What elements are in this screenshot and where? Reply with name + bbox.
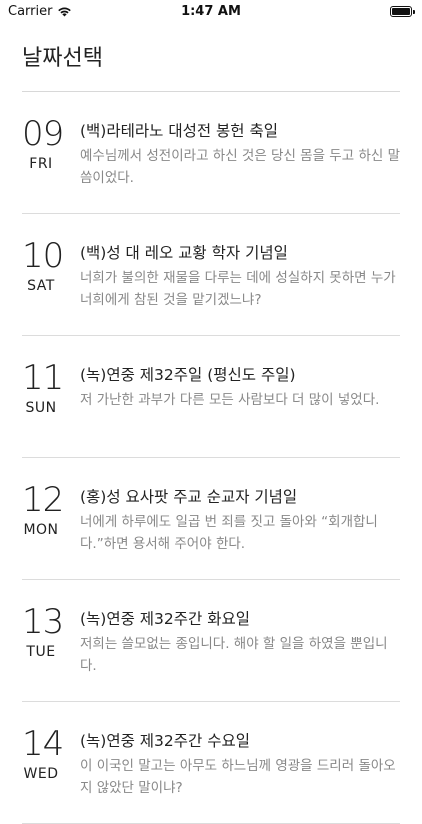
feast-title: (백)라테라노 대성전 봉헌 축일: [80, 122, 278, 140]
date-list-item-09[interactable]: 09 FRI (백)라테라노 대성전 봉헌 축일 예수님께서 성전이라고 하신 …: [22, 92, 400, 214]
feast-info: (백)성 대 레오 교황 학자 기념일 너희가 불의한 재물을 다루는 데에 성…: [80, 242, 400, 311]
date-block: 11 SUN: [22, 358, 64, 416]
page-title: 날짜선택: [22, 46, 103, 71]
date-list-item-13[interactable]: 13 TUE (녹)연중 제32주간 화요일 저희는 쓸모없는 종입니다. 해야…: [22, 580, 400, 702]
feast-info: (녹)연중 제32주일 (평신도 주일) 저 가난한 과부가 다른 모든 사람보…: [80, 364, 400, 411]
date-block: 12 MON: [22, 480, 64, 538]
gospel-verse: 저 가난한 과부가 다른 모든 사람보다 더 많이 넣었다.: [80, 392, 380, 408]
feast-info: (백)라테라노 대성전 봉헌 축일 예수님께서 성전이라고 하신 것은 당신 몸…: [80, 120, 400, 189]
day-number: 12: [22, 480, 64, 520]
day-number: 09: [22, 114, 64, 154]
feast-info: (녹)연중 제32주간 화요일 저희는 쓸모없는 종입니다. 해야 할 일을 하…: [80, 608, 400, 677]
date-list-item-14[interactable]: 14 WED (녹)연중 제32주간 수요일 이 이국인 말고는 아무도 하느님…: [22, 702, 400, 824]
feast-title: (홍)성 요사팟 주교 순교자 기념일: [80, 488, 298, 506]
gospel-verse: 저희는 쓸모없는 종입니다. 해야 할 일을 하였을 뿐입니다.: [80, 636, 388, 674]
feast-info: (홍)성 요사팟 주교 순교자 기념일 너에게 하루에도 일곱 번 죄를 짓고 …: [80, 486, 400, 555]
gospel-verse: 너희가 불의한 재물을 다루는 데에 성실하지 못하면 누가 너희에게 참된 것…: [80, 270, 396, 308]
date-block: 09 FRI: [22, 114, 64, 172]
day-of-week: SAT: [27, 278, 55, 294]
day-number: 10: [22, 236, 64, 276]
date-block: 14 WED: [22, 724, 64, 782]
day-of-week: MON: [23, 522, 59, 538]
gospel-verse: 예수님께서 성전이라고 하신 것은 당신 몸을 두고 하신 말씀이었다.: [80, 148, 400, 186]
date-list[interactable]: 09 FRI (백)라테라노 대성전 봉헌 축일 예수님께서 성전이라고 하신 …: [0, 91, 422, 824]
date-list-item-10[interactable]: 10 SAT (백)성 대 레오 교황 학자 기념일 너희가 불의한 재물을 다…: [22, 214, 400, 336]
feast-title: (녹)연중 제32주간 화요일: [80, 610, 251, 628]
date-list-item-12[interactable]: 12 MON (홍)성 요사팟 주교 순교자 기념일 너에게 하루에도 일곱 번…: [22, 458, 400, 580]
date-list-item-11[interactable]: 11 SUN (녹)연중 제32주일 (평신도 주일) 저 가난한 과부가 다른…: [22, 336, 400, 458]
feast-title: (녹)연중 제32주일 (평신도 주일): [80, 366, 296, 384]
day-number: 13: [22, 602, 64, 642]
feast-info: (녹)연중 제32주간 수요일 이 이국인 말고는 아무도 하느님께 영광을 드…: [80, 730, 400, 799]
day-of-week: FRI: [29, 156, 53, 172]
status-bar: Carrier 1:47 AM: [0, 0, 422, 24]
day-of-week: WED: [23, 766, 59, 782]
day-number: 11: [22, 358, 64, 398]
status-time: 1:47 AM: [181, 4, 241, 19]
gospel-verse: 너에게 하루에도 일곱 번 죄를 짓고 돌아와 “회개합니다.”하면 용서해 주…: [80, 514, 378, 552]
gospel-verse: 이 이국인 말고는 아무도 하느님께 영광을 드리러 돌아오지 않았단 말이냐?: [80, 758, 396, 796]
battery-icon: [390, 6, 415, 17]
feast-title: (백)성 대 레오 교황 학자 기념일: [80, 244, 288, 262]
day-of-week: TUE: [26, 644, 56, 660]
feast-title: (녹)연중 제32주간 수요일: [80, 732, 251, 750]
date-block: 10 SAT: [22, 236, 64, 294]
day-of-week: SUN: [25, 400, 57, 416]
day-number: 14: [22, 724, 64, 764]
date-block: 13 TUE: [22, 602, 64, 660]
